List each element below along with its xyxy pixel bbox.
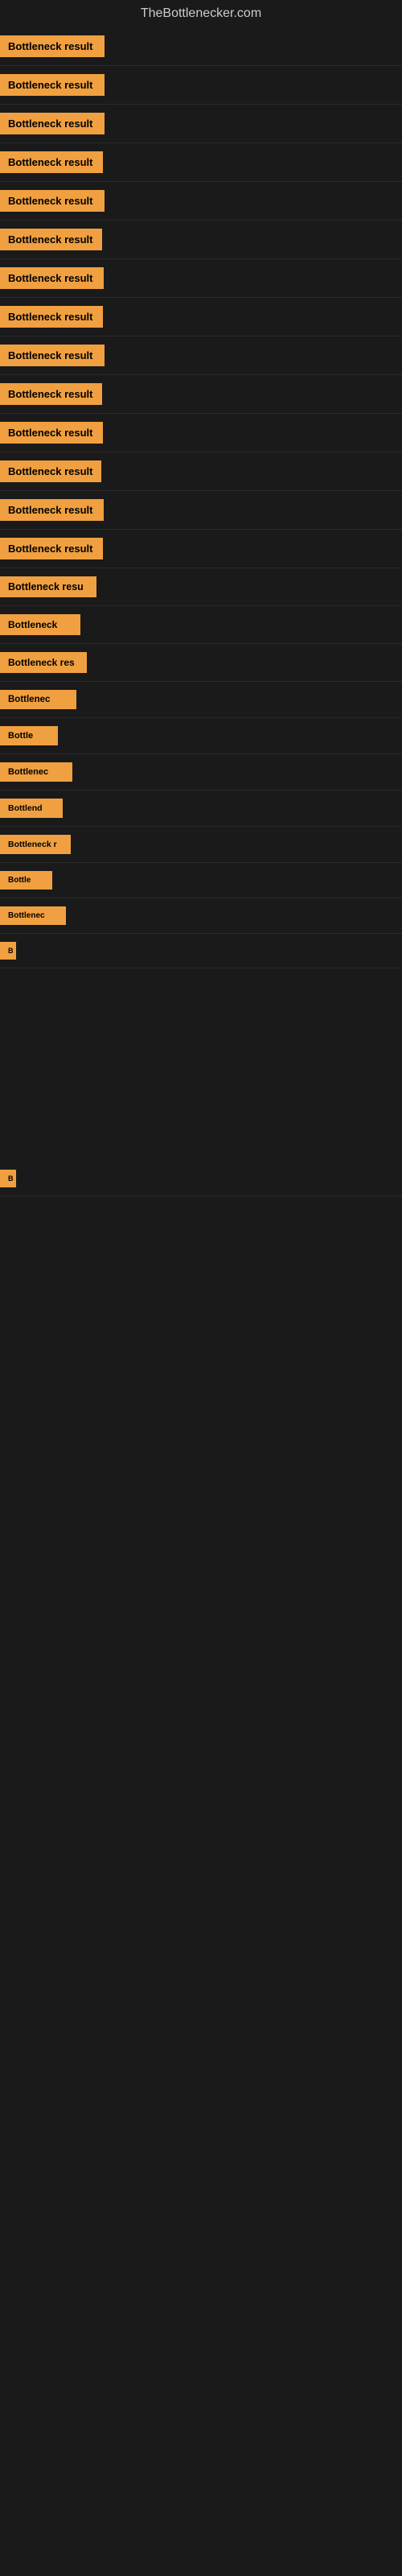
list-item[interactable]: Bottle: [0, 863, 402, 898]
list-item[interactable]: Bottleneck result: [0, 143, 402, 182]
spacer: [0, 1389, 402, 1454]
bottleneck-badge[interactable]: Bottleneck result: [0, 74, 105, 96]
bottleneck-badge[interactable]: Bottleneck result: [0, 229, 102, 250]
list-item[interactable]: B: [0, 934, 402, 968]
bottleneck-badge[interactable]: Bottleneck: [0, 614, 80, 635]
list-item[interactable]: Bottleneck result: [0, 105, 402, 143]
bottleneck-badge[interactable]: Bottleneck result: [0, 151, 103, 173]
bottleneck-badge[interactable]: Bottleneck result: [0, 190, 105, 212]
list-item[interactable]: Bottleneck result: [0, 66, 402, 105]
bottleneck-badge[interactable]: Bottle: [0, 726, 58, 745]
list-item[interactable]: Bottleneck resu: [0, 568, 402, 606]
spacer: [0, 1518, 402, 1583]
bottleneck-badge[interactable]: Bottlend: [0, 799, 63, 818]
spacer: [0, 1196, 402, 1261]
bottleneck-badge[interactable]: Bottle: [0, 871, 52, 890]
list-item[interactable]: B: [0, 1162, 402, 1196]
bottleneck-badge[interactable]: Bottleneck result: [0, 499, 104, 521]
bottleneck-badge[interactable]: B: [0, 942, 16, 960]
list-item[interactable]: Bottleneck: [0, 606, 402, 644]
bottleneck-badge[interactable]: Bottleneck result: [0, 538, 103, 559]
list-item[interactable]: Bottleneck result: [0, 298, 402, 336]
bottleneck-badge[interactable]: Bottleneck resu: [0, 576, 96, 597]
bottleneck-badge[interactable]: Bottleneck result: [0, 113, 105, 134]
site-title: TheBottlenecker.com: [0, 0, 402, 27]
list-item[interactable]: Bottle: [0, 718, 402, 754]
list-item[interactable]: Bottleneck result: [0, 530, 402, 568]
list-item[interactable]: Bottleneck result: [0, 452, 402, 491]
site-header: TheBottlenecker.com: [0, 0, 402, 27]
list-item[interactable]: Bottlend: [0, 791, 402, 827]
list-item[interactable]: Bottleneck result: [0, 221, 402, 259]
bottleneck-badge[interactable]: Bottleneck res: [0, 652, 87, 673]
list-item[interactable]: Bottlenec: [0, 754, 402, 791]
bottleneck-badge[interactable]: Bottlenec: [0, 762, 72, 782]
spacer: [0, 1097, 402, 1162]
list-item[interactable]: Bottleneck result: [0, 27, 402, 66]
bottleneck-badge[interactable]: Bottleneck result: [0, 267, 104, 289]
list-item[interactable]: Bottleneck result: [0, 414, 402, 452]
bottleneck-badge[interactable]: Bottleneck result: [0, 35, 105, 57]
bottleneck-badge[interactable]: Bottlenec: [0, 690, 76, 709]
spacer: [0, 968, 402, 1033]
bottleneck-badge[interactable]: Bottleneck r: [0, 835, 71, 854]
bottleneck-badge[interactable]: Bottlenec: [0, 906, 66, 925]
bottleneck-badge[interactable]: Bottleneck result: [0, 306, 103, 328]
list-item[interactable]: Bottleneck res: [0, 644, 402, 682]
bottleneck-badge[interactable]: Bottleneck result: [0, 383, 102, 405]
bottleneck-badge[interactable]: Bottleneck result: [0, 345, 105, 366]
spacer: [0, 1033, 402, 1097]
list-item[interactable]: Bottlenec: [0, 682, 402, 718]
list-item[interactable]: Bottleneck result: [0, 182, 402, 221]
list-item[interactable]: Bottleneck result: [0, 259, 402, 298]
results-list: Bottleneck result Bottleneck result Bott…: [0, 27, 402, 1583]
spacer: [0, 1325, 402, 1389]
bottleneck-badge[interactable]: B: [0, 1170, 16, 1187]
list-item[interactable]: Bottleneck result: [0, 336, 402, 375]
bottleneck-badge[interactable]: Bottleneck result: [0, 422, 103, 444]
list-item[interactable]: Bottleneck result: [0, 491, 402, 530]
list-item[interactable]: Bottleneck result: [0, 375, 402, 414]
list-item[interactable]: Bottleneck r: [0, 827, 402, 863]
spacer: [0, 1261, 402, 1325]
spacer: [0, 1454, 402, 1518]
bottleneck-badge[interactable]: Bottleneck result: [0, 460, 101, 482]
list-item[interactable]: Bottlenec: [0, 898, 402, 934]
